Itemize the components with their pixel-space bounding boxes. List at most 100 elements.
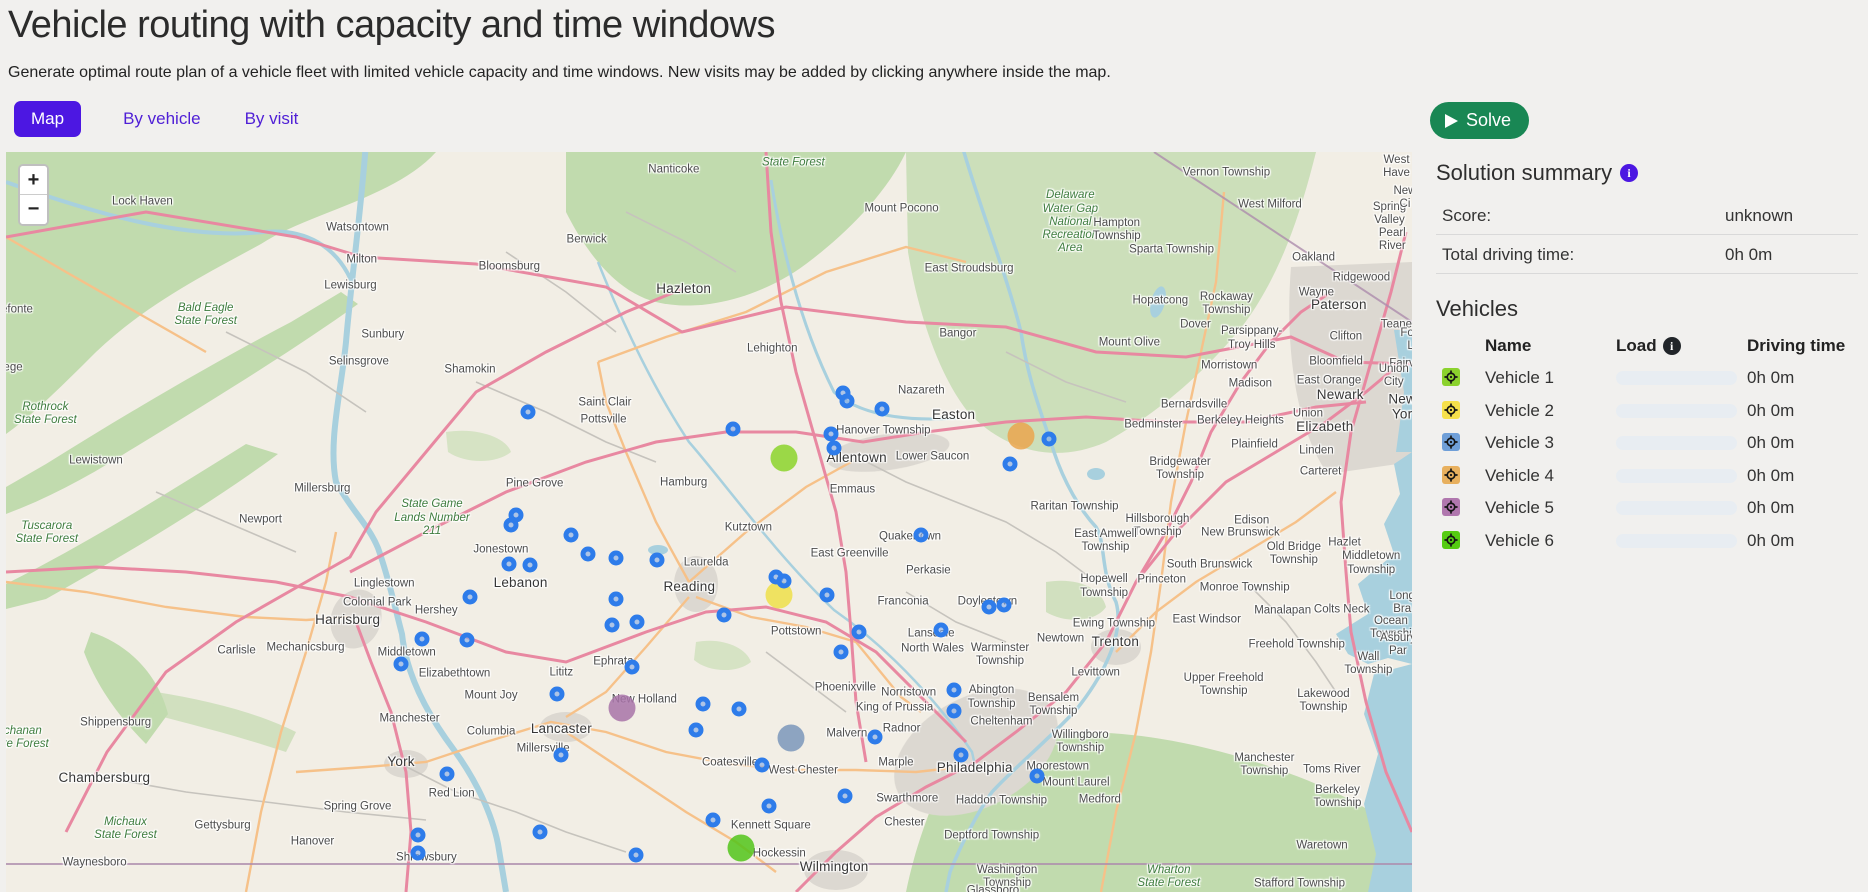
visit-marker[interactable] [550,686,565,701]
crosshairs-icon [1444,500,1458,514]
visit-marker[interactable] [533,825,548,840]
vehicle-home-marker[interactable] [608,694,635,721]
solve-button[interactable]: Solve [1430,102,1529,139]
vehicle-row: Vehicle 60h 0m [1436,529,1858,562]
visit-marker[interactable] [834,645,849,660]
right-panel: Solution summary i Score: unknown Total … [1436,160,1858,561]
visit-marker[interactable] [581,546,596,561]
vehicle-home-marker[interactable] [728,835,755,862]
visit-marker[interactable] [689,722,704,737]
vehicle-row: Vehicle 40h 0m [1436,464,1858,497]
column-load-label: Load [1616,336,1657,356]
visit-marker[interactable] [554,748,569,763]
tab-by-visit[interactable]: By visit [243,101,301,137]
crosshairs-icon [1444,370,1458,384]
visit-marker[interactable] [624,660,639,675]
visit-marker[interactable] [946,703,961,718]
vehicles-title: Vehicles [1436,296,1518,322]
tab-map[interactable]: Map [14,101,81,137]
visit-marker[interactable] [717,608,732,623]
vehicle-driving-time: 0h 0m [1747,401,1794,421]
visit-marker[interactable] [1002,457,1017,472]
vehicle-name: Vehicle 3 [1485,433,1554,453]
score-label: Score: [1442,206,1491,226]
vehicle-row: Vehicle 20h 0m [1436,399,1858,432]
visit-marker[interactable] [731,702,746,717]
visit-marker[interactable] [1029,768,1044,783]
visit-marker[interactable] [462,589,477,604]
vehicle-driving-time: 0h 0m [1747,531,1794,551]
visit-marker[interactable] [604,617,619,632]
info-icon[interactable]: i [1663,337,1681,355]
visit-marker[interactable] [523,557,538,572]
visit-marker[interactable] [520,404,535,419]
visit-marker[interactable] [609,551,624,566]
visit-marker[interactable] [706,813,721,828]
visit-marker[interactable] [609,591,624,606]
vehicle-home-marker[interactable] [777,725,804,752]
visit-marker[interactable] [410,828,425,843]
visit-marker[interactable] [628,848,643,863]
tab-by-vehicle[interactable]: By vehicle [121,101,202,137]
visit-marker[interactable] [946,682,961,697]
crosshairs-icon [1444,403,1458,417]
column-driving-time: Driving time [1747,336,1845,356]
vehicle-row: Vehicle 50h 0m [1436,496,1858,529]
vehicle-home-marker[interactable] [770,445,797,472]
visit-marker[interactable] [839,393,854,408]
vehicle-row: Vehicle 10h 0m [1436,366,1858,399]
visit-marker[interactable] [914,528,929,543]
visit-marker[interactable] [630,614,645,629]
visit-marker[interactable] [696,697,711,712]
vehicle-load-bar [1616,404,1737,418]
visit-marker[interactable] [762,799,777,814]
info-icon[interactable]: i [1620,164,1638,182]
vehicle-home-marker[interactable] [1008,423,1035,450]
vehicle-name: Vehicle 4 [1485,466,1554,486]
vehicle-marker-icon [1442,433,1460,451]
crosshairs-icon [1444,435,1458,449]
vehicle-load-bar [1616,371,1737,385]
zoom-in-button[interactable]: + [20,166,47,195]
page-subtitle: Generate optimal route plan of a vehicle… [8,64,1111,82]
score-value: unknown [1725,206,1793,226]
visit-marker[interactable] [776,574,791,589]
total-driving-time-row: Total driving time: 0h 0m [1436,235,1858,274]
vehicle-marker-icon [1442,401,1460,419]
visit-marker[interactable] [755,757,770,772]
vehicle-load-bar [1616,534,1737,548]
visit-marker[interactable] [824,426,839,441]
tab-bar: Map By vehicle By visit [14,101,300,137]
solution-summary-heading: Solution summary i [1436,160,1858,186]
visit-marker[interactable] [981,600,996,615]
visit-marker[interactable] [1042,432,1057,447]
visit-marker[interactable] [394,657,409,672]
total-driving-time-value: 0h 0m [1725,245,1772,265]
vehicles-table-header: Name Load i Driving time [1436,336,1858,366]
vehicle-load-bar [1616,501,1737,515]
visit-marker[interactable] [725,421,740,436]
visit-marker[interactable] [503,517,518,532]
visit-marker[interactable] [820,588,835,603]
visit-marker[interactable] [440,767,455,782]
visit-marker[interactable] [874,401,889,416]
visit-marker[interactable] [460,633,475,648]
vehicle-marker-icon [1442,466,1460,484]
visit-marker[interactable] [867,730,882,745]
visit-marker[interactable] [953,748,968,763]
zoom-out-button[interactable]: − [20,195,47,224]
column-load: Load i [1616,336,1681,356]
visit-marker[interactable] [997,597,1012,612]
map-zoom-control: + − [18,164,49,226]
visit-marker[interactable] [410,845,425,860]
visit-marker[interactable] [649,552,664,567]
visit-marker[interactable] [564,528,579,543]
visit-marker[interactable] [415,631,430,646]
visit-marker[interactable] [827,441,842,456]
vehicle-marker-icon [1442,498,1460,516]
map-canvas[interactable]: + − Lock HavenWatsontownBerwickNanticoke… [6,152,1412,892]
visit-marker[interactable] [933,623,948,638]
visit-marker[interactable] [502,557,517,572]
visit-marker[interactable] [838,788,853,803]
visit-marker[interactable] [852,625,867,640]
